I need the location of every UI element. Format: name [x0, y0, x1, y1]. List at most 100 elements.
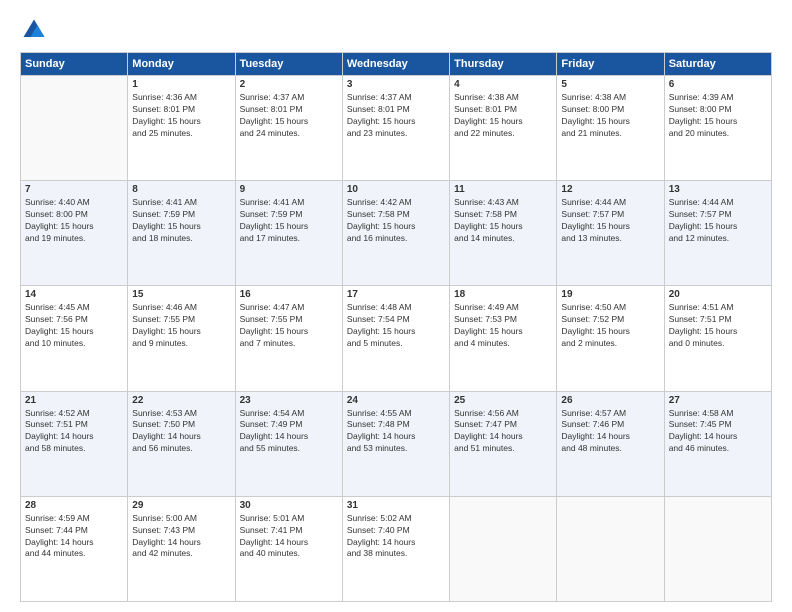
- header: [20, 16, 772, 44]
- day-number: 4: [454, 79, 552, 90]
- calendar-cell: 16Sunrise: 4:47 AM Sunset: 7:55 PM Dayli…: [235, 286, 342, 391]
- day-info: Sunrise: 4:57 AM Sunset: 7:46 PM Dayligh…: [561, 408, 659, 456]
- calendar-cell: 12 Sunrise: 4:44 AM Sunset: 7:57 PM Dayli…: [557, 181, 664, 286]
- calendar-cell: 19 Sunrise: 4:50 AM Sunset: 7:52 PM Dayli…: [557, 286, 664, 391]
- calendar-cell: 14 Sunrise: 4:45 AM Sunset: 7:56 PM Dayli…: [21, 286, 128, 391]
- day-number: 26: [561, 395, 659, 406]
- calendar-cell: 31Sunrise: 5:02 AM Sunset: 7:40 PM Dayli…: [342, 496, 449, 601]
- day-info: Sunrise: 4:50 AM Sunset: 7:52 PM Dayligh…: [561, 302, 659, 350]
- calendar-cell: 24 Sunrise: 4:55 AM Sunset: 7:48 PM Dayli…: [342, 391, 449, 496]
- day-info: Sunrise: 4:56 AM Sunset: 7:47 PM Dayligh…: [454, 408, 552, 456]
- day-info: Sunrise: 4:46 AM Sunset: 7:55 PM Dayligh…: [132, 302, 230, 350]
- day-info: Sunrise: 4:51 AM Sunset: 7:51 PM Dayligh…: [669, 302, 767, 350]
- day-number: 16: [240, 289, 338, 300]
- calendar-cell: 22 Sunrise: 4:53 AM Sunset: 7:50 PM Dayli…: [128, 391, 235, 496]
- day-info: Sunrise: 4:40 AM Sunset: 8:00 PM Dayligh…: [25, 197, 123, 245]
- calendar-cell: 23Sunrise: 4:54 AM Sunset: 7:49 PM Dayli…: [235, 391, 342, 496]
- day-number: 24: [347, 395, 445, 406]
- day-number: 20: [669, 289, 767, 300]
- day-info: Sunrise: 4:45 AM Sunset: 7:56 PM Dayligh…: [25, 302, 123, 350]
- day-info: Sunrise: 4:37 AM Sunset: 8:01 PM Dayligh…: [240, 92, 338, 140]
- day-info: Sunrise: 4:53 AM Sunset: 7:50 PM Dayligh…: [132, 408, 230, 456]
- calendar-cell: 28Sunrise: 4:59 AM Sunset: 7:44 PM Dayli…: [21, 496, 128, 601]
- calendar-cell: 8Sunrise: 4:41 AM Sunset: 7:59 PM Daylig…: [128, 181, 235, 286]
- week-row-2: 14 Sunrise: 4:45 AM Sunset: 7:56 PM Dayli…: [21, 286, 772, 391]
- calendar-cell: 29 Sunrise: 5:00 AM Sunset: 7:43 PM Dayli…: [128, 496, 235, 601]
- weekday-header-friday: Friday: [557, 53, 664, 76]
- calendar-cell: 25 Sunrise: 4:56 AM Sunset: 7:47 PM Dayli…: [450, 391, 557, 496]
- day-number: 6: [669, 79, 767, 90]
- calendar-cell: 18Sunrise: 4:49 AM Sunset: 7:53 PM Dayli…: [450, 286, 557, 391]
- calendar-cell: 4 Sunrise: 4:38 AM Sunset: 8:01 PM Daylig…: [450, 76, 557, 181]
- calendar-cell: 15 Sunrise: 4:46 AM Sunset: 7:55 PM Dayli…: [128, 286, 235, 391]
- day-info: Sunrise: 4:41 AM Sunset: 7:59 PM Dayligh…: [132, 197, 230, 245]
- day-info: Sunrise: 4:55 AM Sunset: 7:48 PM Dayligh…: [347, 408, 445, 456]
- day-number: 9: [240, 184, 338, 195]
- page: SundayMondayTuesdayWednesdayThursdayFrid…: [0, 0, 792, 612]
- calendar-cell: 13 Sunrise: 4:44 AM Sunset: 7:57 PM Dayli…: [664, 181, 771, 286]
- day-number: 12: [561, 184, 659, 195]
- calendar-cell: 21 Sunrise: 4:52 AM Sunset: 7:51 PM Dayli…: [21, 391, 128, 496]
- day-info: Sunrise: 4:44 AM Sunset: 7:57 PM Dayligh…: [669, 197, 767, 245]
- calendar-cell: [664, 496, 771, 601]
- week-row-1: 7 Sunrise: 4:40 AM Sunset: 8:00 PM Daylig…: [21, 181, 772, 286]
- weekday-header-sunday: Sunday: [21, 53, 128, 76]
- day-info: Sunrise: 5:00 AM Sunset: 7:43 PM Dayligh…: [132, 513, 230, 561]
- calendar-cell: [450, 496, 557, 601]
- calendar-cell: 30 Sunrise: 5:01 AM Sunset: 7:41 PM Dayli…: [235, 496, 342, 601]
- day-number: 3: [347, 79, 445, 90]
- day-number: 1: [132, 79, 230, 90]
- calendar-cell: 7 Sunrise: 4:40 AM Sunset: 8:00 PM Daylig…: [21, 181, 128, 286]
- weekday-header-tuesday: Tuesday: [235, 53, 342, 76]
- day-info: Sunrise: 4:48 AM Sunset: 7:54 PM Dayligh…: [347, 302, 445, 350]
- calendar-cell: 27 Sunrise: 4:58 AM Sunset: 7:45 PM Dayli…: [664, 391, 771, 496]
- calendar-cell: 2Sunrise: 4:37 AM Sunset: 8:01 PM Daylig…: [235, 76, 342, 181]
- week-row-0: 1Sunrise: 4:36 AM Sunset: 8:01 PM Daylig…: [21, 76, 772, 181]
- day-number: 28: [25, 500, 123, 511]
- day-number: 13: [669, 184, 767, 195]
- day-number: 27: [669, 395, 767, 406]
- calendar-cell: 26 Sunrise: 4:57 AM Sunset: 7:46 PM Dayli…: [557, 391, 664, 496]
- day-number: 22: [132, 395, 230, 406]
- logo-icon: [20, 16, 48, 44]
- day-number: 5: [561, 79, 659, 90]
- day-number: 10: [347, 184, 445, 195]
- weekday-header-saturday: Saturday: [664, 53, 771, 76]
- day-number: 11: [454, 184, 552, 195]
- calendar-cell: [557, 496, 664, 601]
- calendar-cell: 9 Sunrise: 4:41 AM Sunset: 7:59 PM Daylig…: [235, 181, 342, 286]
- weekday-header-row: SundayMondayTuesdayWednesdayThursdayFrid…: [21, 53, 772, 76]
- week-row-4: 28Sunrise: 4:59 AM Sunset: 7:44 PM Dayli…: [21, 496, 772, 601]
- day-number: 21: [25, 395, 123, 406]
- weekday-header-wednesday: Wednesday: [342, 53, 449, 76]
- week-row-3: 21 Sunrise: 4:52 AM Sunset: 7:51 PM Dayli…: [21, 391, 772, 496]
- day-info: Sunrise: 4:54 AM Sunset: 7:49 PM Dayligh…: [240, 408, 338, 456]
- calendar-cell: 1Sunrise: 4:36 AM Sunset: 8:01 PM Daylig…: [128, 76, 235, 181]
- day-info: Sunrise: 4:52 AM Sunset: 7:51 PM Dayligh…: [25, 408, 123, 456]
- day-number: 15: [132, 289, 230, 300]
- day-number: 30: [240, 500, 338, 511]
- day-number: 29: [132, 500, 230, 511]
- day-number: 19: [561, 289, 659, 300]
- calendar-cell: 10 Sunrise: 4:42 AM Sunset: 7:58 PM Dayli…: [342, 181, 449, 286]
- day-info: Sunrise: 4:49 AM Sunset: 7:53 PM Dayligh…: [454, 302, 552, 350]
- day-info: Sunrise: 4:44 AM Sunset: 7:57 PM Dayligh…: [561, 197, 659, 245]
- day-info: Sunrise: 4:41 AM Sunset: 7:59 PM Dayligh…: [240, 197, 338, 245]
- day-number: 7: [25, 184, 123, 195]
- day-info: Sunrise: 4:37 AM Sunset: 8:01 PM Dayligh…: [347, 92, 445, 140]
- calendar-cell: 11Sunrise: 4:43 AM Sunset: 7:58 PM Dayli…: [450, 181, 557, 286]
- day-info: Sunrise: 4:42 AM Sunset: 7:58 PM Dayligh…: [347, 197, 445, 245]
- logo: [20, 16, 52, 44]
- day-info: Sunrise: 4:38 AM Sunset: 8:01 PM Dayligh…: [454, 92, 552, 140]
- calendar-cell: 20 Sunrise: 4:51 AM Sunset: 7:51 PM Dayli…: [664, 286, 771, 391]
- calendar-cell: 3 Sunrise: 4:37 AM Sunset: 8:01 PM Daylig…: [342, 76, 449, 181]
- day-number: 25: [454, 395, 552, 406]
- calendar-cell: 17 Sunrise: 4:48 AM Sunset: 7:54 PM Dayli…: [342, 286, 449, 391]
- day-info: Sunrise: 4:38 AM Sunset: 8:00 PM Dayligh…: [561, 92, 659, 140]
- day-number: 14: [25, 289, 123, 300]
- day-number: 17: [347, 289, 445, 300]
- calendar-table: SundayMondayTuesdayWednesdayThursdayFrid…: [20, 52, 772, 602]
- day-info: Sunrise: 5:01 AM Sunset: 7:41 PM Dayligh…: [240, 513, 338, 561]
- calendar-cell: [21, 76, 128, 181]
- day-info: Sunrise: 4:58 AM Sunset: 7:45 PM Dayligh…: [669, 408, 767, 456]
